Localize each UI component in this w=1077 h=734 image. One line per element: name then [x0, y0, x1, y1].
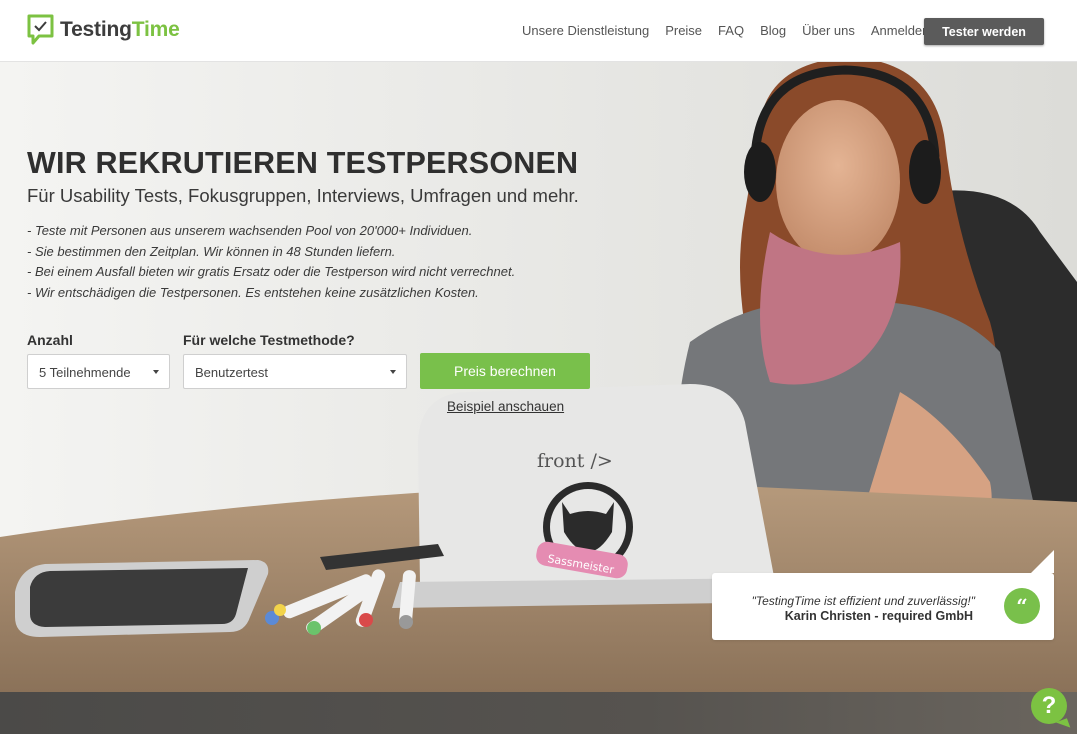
- hero-title: WIR REKRUTIEREN TESTPERSONEN: [27, 146, 579, 180]
- laptop-sticker-text: front />: [537, 450, 613, 472]
- chat-check-icon: [27, 14, 54, 45]
- nav-preise[interactable]: Preise: [665, 23, 702, 38]
- next-section-preview: [0, 692, 1077, 734]
- hero-text: WIR REKRUTIEREN TESTPERSONEN Für Usabili…: [27, 146, 579, 304]
- benefit-item: - Sie bestimmen den Zeitplan. Wir können…: [27, 243, 396, 259]
- logo-text-part1: Testing: [60, 17, 132, 41]
- benefit-item: - Wir entschädigen die Testpersonen. Es …: [27, 285, 479, 301]
- testimonial-card: "TestingTime ist effizient und zuverläss…: [712, 550, 1054, 640]
- logo-text-part2: Time: [131, 17, 180, 41]
- help-chat-icon[interactable]: ?: [1031, 688, 1067, 724]
- benefit-item: - Teste mit Personen aus unserem wachsen…: [27, 223, 473, 238]
- quote-icon: “: [1004, 588, 1040, 624]
- nav-dienstleistung[interactable]: Unsere Dienstleistung: [522, 23, 649, 38]
- logo[interactable]: TestingTime: [27, 14, 180, 45]
- chevron-down-icon: [390, 370, 396, 374]
- card-fold: [1031, 550, 1054, 573]
- tester-werden-button[interactable]: Tester werden: [924, 18, 1044, 45]
- method-select[interactable]: Benutzertest: [183, 354, 407, 389]
- testimonial-author: Karin Christen - required GmbH: [784, 609, 973, 623]
- hero-section: front /> Sassmeister WIR REKRUTIEREN TES…: [0, 62, 1077, 692]
- method-select-value: Benutzertest: [195, 365, 268, 380]
- calculate-price-button[interactable]: Preis berechnen: [420, 353, 590, 389]
- site-header: TestingTime Unsere Dienstleistung Preise…: [0, 0, 1077, 62]
- hero-subtitle: Für Usability Tests, Fokusgruppen, Inter…: [27, 185, 579, 206]
- count-select-value: 5 Teilnehmende: [39, 365, 131, 380]
- chevron-down-icon: [153, 370, 159, 374]
- testimonial-quote: "TestingTime ist effizient und zuverläss…: [751, 594, 975, 608]
- nav-blog[interactable]: Blog: [760, 23, 786, 38]
- main-nav: Unsere Dienstleistung Preise FAQ Blog Üb…: [522, 23, 945, 38]
- logo-text: TestingTime: [60, 18, 180, 42]
- nav-anmelden[interactable]: Anmelden: [871, 23, 930, 38]
- nav-ueber-uns[interactable]: Über uns: [802, 23, 855, 38]
- method-label: Für welche Testmethode?: [183, 332, 355, 348]
- benefit-list: - Teste mit Personen aus unserem wachsen…: [27, 221, 579, 304]
- count-label: Anzahl: [27, 332, 73, 348]
- benefit-item: - Bei einem Ausfall bieten wir gratis Er…: [27, 264, 516, 280]
- example-link[interactable]: Beispiel anschauen: [447, 399, 564, 414]
- nav-faq[interactable]: FAQ: [718, 23, 744, 38]
- count-select[interactable]: 5 Teilnehmende: [27, 354, 170, 389]
